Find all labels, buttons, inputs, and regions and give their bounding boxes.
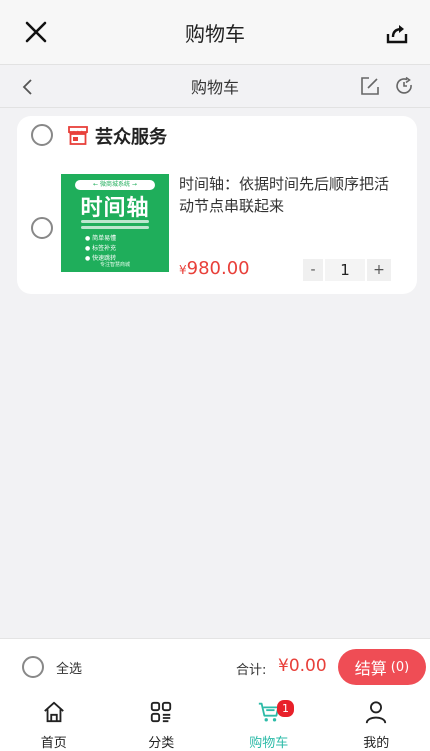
close-icon[interactable] <box>24 20 48 44</box>
tab-label: 分类 <box>148 736 175 751</box>
quantity-input[interactable]: 1 <box>325 259 365 281</box>
tab-home[interactable]: 首页 <box>0 694 108 751</box>
cart-shop-card: 芸众服务 ← 微商城系统 → 时间轴 ● 简单易懂 ● 标签补充 ● 快速跳转 … <box>17 116 417 294</box>
total-label: 合计: <box>236 663 267 678</box>
increase-button[interactable]: + <box>367 259 391 281</box>
thumbnail-headline: 时间轴 <box>80 196 150 221</box>
select-all-label[interactable]: 全选 <box>56 658 82 677</box>
product-price: ¥980.00 <box>179 258 250 279</box>
checkout-count: (0) <box>390 659 410 675</box>
tab-label: 我的 <box>363 736 390 751</box>
home-icon <box>43 701 64 723</box>
thumbnail-footer: 专注智慧商城 <box>99 262 130 268</box>
decrease-button[interactable]: - <box>303 259 323 281</box>
currency-symbol: ¥ <box>179 263 187 277</box>
bottom-tab-bar: 首页 分类 1 购物车 我的 <box>0 694 430 751</box>
tab-label: 首页 <box>40 736 67 751</box>
thumbnail-text-line <box>81 220 149 223</box>
share-icon[interactable] <box>386 22 408 44</box>
total-amount: ¥0.00 <box>278 656 327 676</box>
checkout-bar: 全选 合计: ¥0.00 结算 (0) <box>0 638 430 694</box>
thumbnail-badge: ← 微商城系统 → <box>75 180 155 190</box>
thumbnail-text-line <box>81 226 149 229</box>
tab-profile[interactable]: 我的 <box>323 694 430 751</box>
shop-name[interactable]: 芸众服务 <box>95 123 167 149</box>
item-select-radio[interactable] <box>31 217 53 239</box>
checkout-button-label: 结算 <box>354 659 387 678</box>
page-title: 购物车 <box>190 78 239 97</box>
user-icon <box>366 701 387 724</box>
thumbnail-feature: ● 简单易懂 <box>85 235 117 242</box>
quantity-stepper: - 1 + <box>303 259 393 281</box>
refresh-icon[interactable] <box>394 76 414 96</box>
shop-select-radio[interactable] <box>31 124 53 146</box>
thumbnail-feature: ● 标签补充 <box>85 245 117 252</box>
product-thumbnail[interactable]: ← 微商城系统 → 时间轴 ● 简单易懂 ● 标签补充 ● 快速跳转 专注智慧商… <box>61 174 169 272</box>
tab-category[interactable]: 分类 <box>108 694 216 751</box>
price-value: 980.00 <box>186 258 250 279</box>
tab-cart[interactable]: 1 购物车 <box>215 694 323 751</box>
store-icon <box>68 126 88 145</box>
cart-count-badge: 1 <box>277 700 294 717</box>
edit-icon[interactable] <box>360 76 380 96</box>
select-all-radio[interactable] <box>22 656 44 678</box>
checkout-button[interactable]: 结算 (0) <box>338 649 426 685</box>
window-title: 购物车 <box>185 21 245 46</box>
category-icon <box>151 701 172 723</box>
tab-label: 购物车 <box>249 736 289 751</box>
app-title-bar: 购物车 <box>0 0 430 64</box>
back-arrow-icon[interactable] <box>20 77 36 97</box>
product-title[interactable]: 时间轴：依据时间先后顺序把活动节点串联起来 <box>179 173 401 217</box>
page-header: 购物车 <box>0 64 430 108</box>
